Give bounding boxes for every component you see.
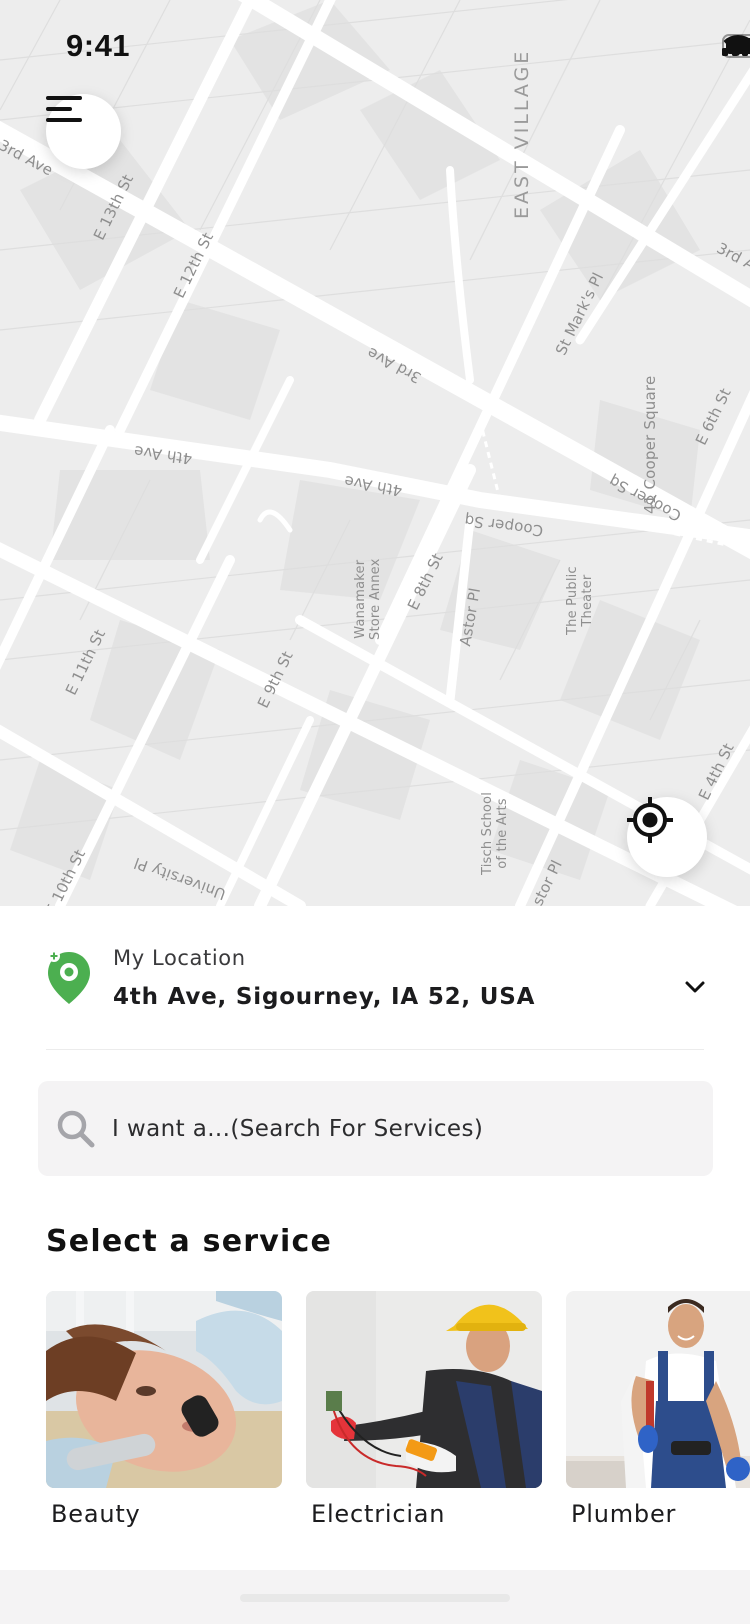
map-label-public-theater: The Public Theater: [565, 566, 595, 635]
map-view[interactable]: EAST VILLAGE E 13th St E 12th St E 11th …: [0, 0, 750, 906]
status-time: 9:41: [66, 28, 131, 63]
map-label-41-cooper-square: 41 Cooper Square: [641, 375, 659, 514]
map-label-wanamaker: Wanamaker Store Annex: [353, 558, 383, 640]
beauty-image: [46, 1291, 282, 1488]
menu-icon: [46, 96, 82, 122]
status-bar: 9:41: [0, 0, 750, 94]
divider: [46, 1049, 704, 1050]
map-label-tisch: Tisch School of the Arts: [480, 791, 510, 875]
service-label-electrician: Electrician: [311, 1500, 446, 1528]
section-title: Select a service: [46, 1224, 333, 1259]
location-address: 4th Ave, Sigourney, IA 52, USA: [113, 984, 536, 1010]
crosshair-icon: [627, 797, 673, 843]
location-selector[interactable]: My Location 4th Ave, Sigourney, IA 52, U…: [46, 946, 706, 1016]
service-card-electrician[interactable]: Electrician: [306, 1291, 542, 1528]
location-label: My Location: [113, 946, 246, 970]
service-label-plumber: Plumber: [571, 1500, 677, 1528]
menu-button[interactable]: [46, 94, 121, 169]
electrician-image: [306, 1291, 542, 1488]
search-input[interactable]: [112, 1081, 702, 1176]
my-location-button[interactable]: [627, 797, 707, 877]
service-card-plumber[interactable]: Plumber: [566, 1291, 750, 1528]
plumber-image: [566, 1291, 750, 1488]
service-card-beauty[interactable]: Beauty: [46, 1291, 282, 1528]
search-box[interactable]: [38, 1081, 713, 1176]
home-indicator-area: [0, 1570, 750, 1624]
search-icon: [57, 1110, 95, 1148]
bottom-sheet: My Location 4th Ave, Sigourney, IA 52, U…: [0, 906, 750, 1570]
home-indicator[interactable]: [240, 1594, 510, 1602]
service-carousel[interactable]: Beauty Electrician Plumber: [46, 1291, 750, 1541]
location-pin-icon: [48, 950, 90, 1004]
chevron-down-icon[interactable]: [684, 980, 706, 994]
battery-icon: [722, 34, 750, 58]
service-label-beauty: Beauty: [51, 1500, 141, 1528]
